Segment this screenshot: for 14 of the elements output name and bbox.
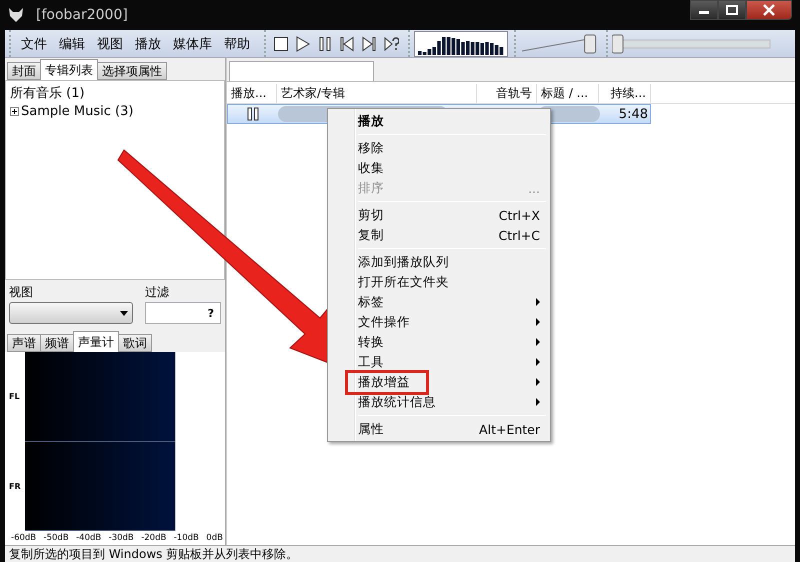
duration-cell-text: 5:48 bbox=[618, 106, 649, 123]
scale-label: 0dB bbox=[206, 533, 223, 543]
status-text: 复制所选的项目到 Windows 剪贴板并从列表中移除。 bbox=[9, 546, 298, 562]
channel-label: FR bbox=[8, 482, 22, 491]
scale-label: -20dB bbox=[141, 533, 166, 543]
filter-label: 过滤 bbox=[145, 284, 170, 301]
window-title: [foobar2000] bbox=[36, 7, 128, 23]
scale-label: -10dB bbox=[174, 533, 199, 543]
scale-label: -30dB bbox=[108, 533, 134, 543]
scale-label: -50dB bbox=[44, 533, 69, 543]
scale-label: -60dB bbox=[11, 533, 36, 543]
scale-label: -40dB bbox=[76, 533, 102, 543]
channel-label: FL bbox=[8, 392, 21, 402]
view-label: 视图 bbox=[9, 284, 34, 301]
